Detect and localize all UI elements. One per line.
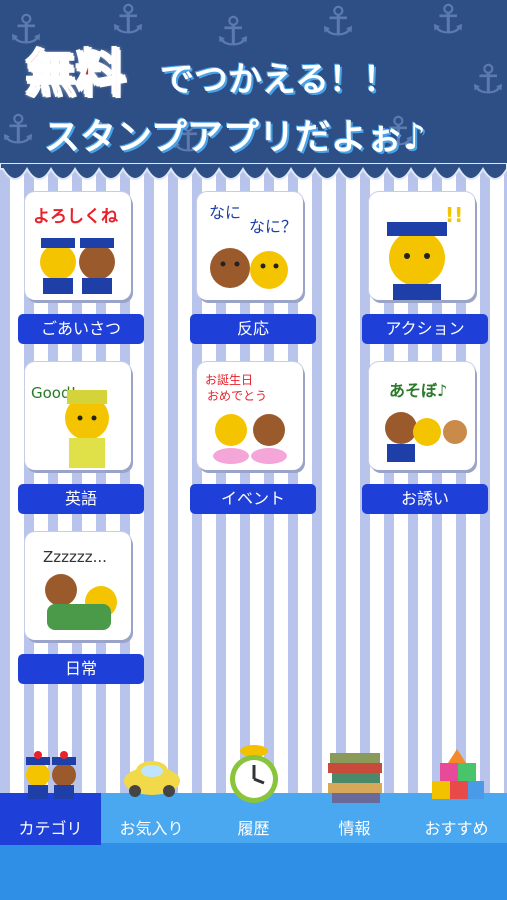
bears-sleeping-icon: Zzzzzz... [43,548,117,630]
tab-label[interactable]: カテゴリ [0,815,101,839]
stamp-thumbnail[interactable]: なに なに？ [197,192,303,300]
bears-sailor-icon: よろしくね [33,207,118,294]
svg-text:よろしくね: よろしくね [33,207,118,227]
anchor-icon: ⚓ [430,0,466,43]
category-label[interactable]: お誘い [362,484,488,514]
svg-text:あそぼ♪: あそぼ♪ [389,381,447,400]
svg-text:お誕生日: お誕生日 [205,373,253,387]
title-line2: スタンプアプリだよぉ♪ [44,117,426,158]
bears-question-icon: なに なに？ [209,203,297,289]
category-invite[interactable]: あそぼ♪ お誘い [362,362,488,514]
header-scallop-edge [0,163,507,180]
stamp-thumbnail[interactable]: お誕生日 おめでとう [197,362,303,470]
category-label[interactable]: イベント [190,484,316,514]
category-greeting[interactable]: よろしくね ごあいさつ [18,192,144,344]
header-banner: ⚓ ⚓ ⚓ ⚓ ⚓ ⚓ ⚓ ⚓ ⚓ 無料 でつかえる！！ スタンプアプリだよぉ♪ [0,0,507,170]
tab-label[interactable]: おすすめ [406,815,507,839]
category-action[interactable]: !! アクション [362,192,488,344]
anchor-icon: ⚓ [320,0,356,45]
category-label[interactable]: アクション [362,314,488,344]
bears-icon [26,751,76,799]
stamp-thumbnail[interactable]: よろしくね [25,192,131,300]
category-english[interactable]: Good! 英語 [18,362,144,514]
tab-info[interactable]: 情報 [304,745,405,845]
tab-label[interactable]: 履歴 [203,815,304,839]
category-label[interactable]: ごあいさつ [18,314,144,344]
blocks-icon [432,749,484,799]
title-highlight: 無料 [25,44,127,104]
anchor-icon: ⚓ [0,107,36,153]
stamp-thumbnail[interactable]: Zzzzzz... [25,532,131,640]
bears-birthday-icon: お誕生日 おめでとう [205,373,287,464]
car-icon [124,761,180,797]
category-reaction[interactable]: なに なに？ 反応 [190,192,316,344]
category-daily[interactable]: Zzzzzz... 日常 [18,532,144,684]
svg-text:!!: !! [445,203,463,227]
svg-text:おめでとう: おめでとう [207,389,267,403]
stamp-thumbnail[interactable]: !! [369,192,475,300]
svg-text:なに: なに [209,203,241,222]
bear-sailor-surprised-icon: !! [387,203,463,300]
anchor-icon: ⚓ [470,57,506,103]
title-line1: でつかえる！！ [160,60,397,100]
category-label[interactable]: 反応 [190,314,316,344]
bears-play-icon: あそぼ♪ [385,381,467,462]
svg-text:Zzzzzz...: Zzzzzz... [43,548,107,566]
tab-bar-lower [0,843,507,900]
category-event[interactable]: お誕生日 おめでとう イベント [190,362,316,514]
tab-label[interactable]: 情報 [304,815,405,839]
tab-label[interactable]: お気入り [101,815,202,839]
category-label[interactable]: 日常 [18,654,144,684]
stamp-thumbnail[interactable]: Good! [25,362,131,470]
anchor-icon: ⚓ [215,9,251,55]
tab-category[interactable]: カテゴリ [0,745,101,845]
category-label[interactable]: 英語 [18,484,144,514]
books-icon [328,753,382,803]
tab-recommended[interactable]: おすすめ [406,745,507,845]
clock-icon [230,745,278,803]
tab-favorites[interactable]: お気入り [101,745,202,845]
svg-text:なに？: なに？ [249,217,297,236]
stamp-thumbnail[interactable]: あそぼ♪ [369,362,475,470]
bear-detective-icon: Good! [31,384,109,468]
tab-history[interactable]: 履歴 [203,745,304,845]
